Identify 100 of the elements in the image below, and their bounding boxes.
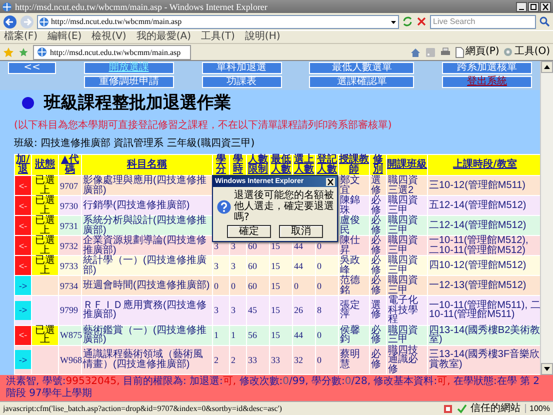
column-header[interactable]: 授課教師 <box>339 155 369 175</box>
course-name: 通識課程藝術領域（藝術風情畫）(四技進修推廣部) <box>82 348 204 372</box>
table-cell-text: 33 <box>270 354 281 367</box>
printer-icon[interactable] <box>440 46 452 58</box>
star-icon[interactable] <box>3 46 14 58</box>
table-cell-text: 9731 <box>59 220 79 232</box>
menu-item[interactable]: 我的最愛(A) <box>136 31 191 43</box>
close-icon[interactable] <box>326 178 335 186</box>
dialog-button[interactable]: 確定 <box>227 225 271 238</box>
scroll-up-icon[interactable] <box>541 61 553 73</box>
column-header[interactable]: 人數限制 <box>247 155 269 175</box>
table-cell-text: 15 <box>270 240 281 252</box>
table-cell-text: 32 <box>293 354 304 367</box>
menu-item[interactable]: 檢視(V) <box>92 31 126 43</box>
column-header[interactable]: 加/退 <box>15 155 31 175</box>
table-cell-text: 選修 <box>370 298 382 322</box>
search-icon[interactable] <box>539 16 550 27</box>
back-icon[interactable] <box>3 14 17 28</box>
add-favorite-icon[interactable] <box>18 46 29 58</box>
column-header[interactable]: ▲代碼 <box>59 155 81 175</box>
toolbar-button[interactable]: 工具(O) <box>514 46 550 58</box>
table-cell-text: 一12-13(管理館M512) <box>428 278 528 293</box>
table-cell-text: 鄭文宜 <box>339 176 361 195</box>
menu-item[interactable]: 工具(T) <box>201 31 235 43</box>
dialog-message: 退選後可能您的名額被他人選走，確定要退選嗎? <box>234 190 334 223</box>
course-name: ＲＦＩＤ應用實務(四技進修推廣部) <box>82 298 208 322</box>
table-cell-text: 0 <box>316 240 322 252</box>
table-cell-text: 3 <box>213 240 220 252</box>
course-name: 行銷學(四技進修推廣部) <box>82 198 191 213</box>
add-button[interactable]: -> <box>15 276 31 295</box>
add-button[interactable]: -> <box>15 300 31 320</box>
table-cell-text: 9707 <box>59 180 79 192</box>
dialog-button[interactable]: 取消 <box>279 225 323 238</box>
column-header[interactable]: 最低人數 <box>270 155 292 175</box>
close-icon[interactable] <box>540 2 551 12</box>
table-cell-text: W968 <box>59 354 81 367</box>
table-cell-text: 職四資三甲 <box>387 256 419 275</box>
globe-icon <box>37 47 47 57</box>
table-cell-text: 職四資三選2 <box>387 176 419 195</box>
table-cell-text: 60 <box>247 260 258 272</box>
table-cell-text: 范德銘 <box>339 276 361 295</box>
table-cell-text: 必修 <box>370 276 382 295</box>
column-header[interactable]: 登記人數 <box>316 155 338 175</box>
status-badge: 已選上 <box>32 256 58 275</box>
course-name: 統計學（一）(四技進修推廣部) <box>82 256 208 275</box>
table-cell-text: 職四資三甲 <box>387 276 419 295</box>
nav-button[interactable]: << <box>8 62 56 74</box>
table-cell-text: 0 <box>316 354 322 367</box>
course-name: 系統分析與設計(四技進修推廣部) <box>82 216 208 235</box>
scroll-down-icon[interactable] <box>541 363 553 375</box>
page-icon[interactable] <box>455 46 464 58</box>
table-cell-text: 3 <box>213 304 220 318</box>
scrollbar[interactable] <box>540 61 553 375</box>
table-cell-text: 三10-12(管理館M511) <box>428 178 527 193</box>
maximize-icon[interactable] <box>528 2 539 12</box>
menu-item[interactable]: 編輯(E) <box>48 31 82 43</box>
column-header[interactable]: 學分 <box>213 155 229 175</box>
refresh-icon[interactable] <box>402 16 413 27</box>
add-button[interactable]: -> <box>15 350 31 370</box>
table-cell-text: 15 <box>270 329 281 342</box>
table-cell-text: 1 <box>213 329 220 342</box>
table-cell-text: 盧俊民 <box>339 216 361 235</box>
status-badge: 已選上 <box>32 326 58 344</box>
column-header[interactable]: 選上人數 <box>293 155 315 175</box>
table-cell-text: 9730 <box>59 200 79 212</box>
table-cell-text: 9732 <box>59 240 79 252</box>
table-cell-text: 26 <box>293 304 304 318</box>
table-cell-text: 60 <box>247 280 258 292</box>
globe-icon <box>39 16 49 26</box>
table-cell-text: 9799 <box>59 304 79 318</box>
table-cell-text: 四10-12(管理館M512) <box>428 258 528 273</box>
column-header[interactable]: 開課班級 <box>387 155 427 175</box>
column-header[interactable]: 狀態 <box>32 155 58 175</box>
column-header[interactable]: 科目名稱 <box>82 155 212 175</box>
browser-tab[interactable]: http://msd.ncut.edu.tw/wbcmm/main.asp <box>33 44 191 60</box>
address-field[interactable]: http://msd.ncut.edu.tw/wbcmm/main.asp <box>37 14 399 28</box>
toolbar-button[interactable]: 網頁(P) <box>465 46 500 58</box>
menu-item[interactable]: 檔案(F) <box>4 31 38 43</box>
course-name: 企業資源規劃導論(四技進修推廣部) <box>82 236 208 255</box>
table-cell-text: 0 <box>316 280 322 292</box>
table-cell-text: 張定萍 <box>339 298 361 322</box>
minimize-icon[interactable] <box>516 2 527 12</box>
search-field[interactable]: Live Search <box>430 14 536 28</box>
table-cell-text: 職四資三甲 <box>387 236 419 255</box>
table-cell-text: 56 <box>247 329 258 342</box>
table-cell-text: 9733 <box>59 260 79 272</box>
table-cell-text: 15 <box>270 304 281 318</box>
table-cell-text: 一10-11(管理館M512), 二10-11(管理館M512) <box>428 236 530 255</box>
table-cell-text: 0 <box>293 280 300 292</box>
menu-item[interactable]: 說明(H) <box>244 31 280 43</box>
table-cell-text: 選修 <box>370 176 382 195</box>
table-cell-text: 60 <box>247 240 258 252</box>
stop-icon[interactable] <box>416 16 427 27</box>
column-header[interactable]: 上課時段/教室 <box>428 155 540 175</box>
home-icon[interactable] <box>410 46 422 58</box>
table-cell-text: 3 <box>230 240 236 252</box>
user-info: 洪素智, 學號:99532045, 目前的權限為: 加退選:可, 修改次數:0/99, 學分數:0/28, 修改基本資料:可, 在學狀態:在學 第 2 階段 97學年上學期 <box>6 376 541 400</box>
column-header[interactable]: 修別 <box>370 155 386 175</box>
column-header[interactable]: 學時 <box>230 155 246 175</box>
zoom-level[interactable]: 100% <box>524 404 550 413</box>
